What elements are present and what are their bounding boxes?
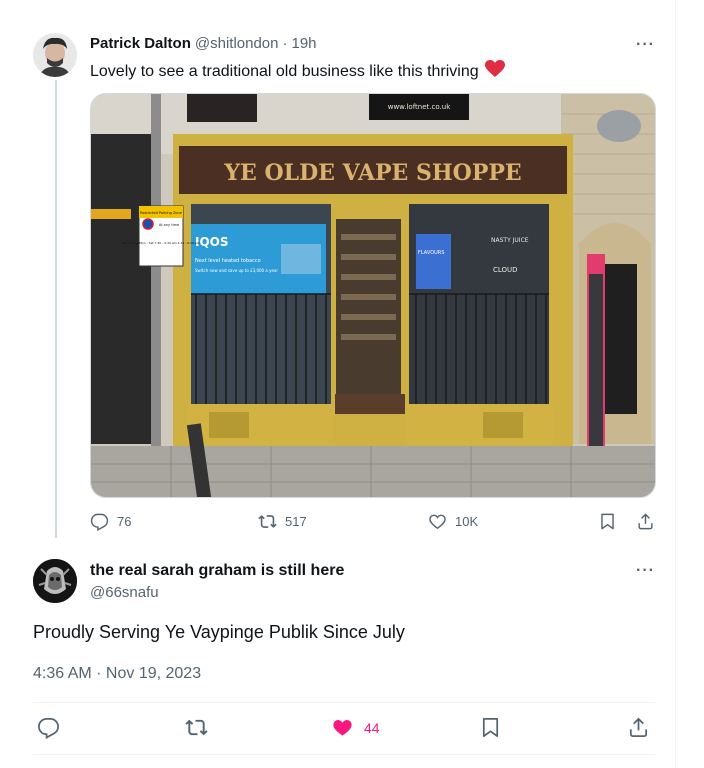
author-name[interactable]: Patrick Dalton <box>90 35 191 52</box>
reply-icon <box>38 718 59 739</box>
bookmark-button[interactable] <box>598 512 617 531</box>
like-button[interactable]: 44 <box>331 716 380 739</box>
more-options-icon[interactable]: ··· <box>636 36 655 54</box>
url-sign-text: www.loftnet.co.uk <box>388 103 451 111</box>
heart-filled-icon <box>333 720 352 736</box>
parking-sign-title: Restricted Parking Zone <box>140 211 182 215</box>
retweet-count: 517 <box>285 514 307 529</box>
retweet-button[interactable] <box>185 716 208 739</box>
tweet-actions: 44 <box>33 716 658 742</box>
tweet-actions: 76 517 10K <box>90 512 660 534</box>
more-options-icon[interactable]: ··· <box>636 562 655 580</box>
bookmark-icon <box>601 513 614 530</box>
poster-text-2: CLOUD <box>493 266 518 274</box>
like-count: 44 <box>364 719 380 736</box>
tweet-text: Proudly Serving Ye Vaypinge Publik Since… <box>33 622 405 642</box>
separator-dot: · <box>282 35 288 52</box>
heart-emoji-icon <box>484 60 505 83</box>
reply-button[interactable]: 76 <box>90 512 131 531</box>
heart-outline-icon <box>429 514 446 530</box>
poster-text: FLAVOURS <box>418 250 444 256</box>
like-count: 10K <box>455 514 479 529</box>
tweet-timestamp[interactable]: 4:36 AM · Nov 19, 2023 <box>33 665 201 683</box>
divider <box>33 754 655 755</box>
reply-icon <box>90 513 109 531</box>
window-ad-line1: Next level heated tobacco <box>195 258 261 264</box>
share-button[interactable] <box>636 512 655 531</box>
window-ad-brand: IQOS <box>195 235 229 249</box>
author-handle[interactable]: @shitlondon <box>195 35 279 52</box>
tweet-photo[interactable]: YE OLDE VAPE SHOPPE www.loftnet.co.uk IQ… <box>90 93 656 498</box>
avatar[interactable] <box>33 559 77 603</box>
avatar[interactable] <box>33 33 77 77</box>
author-handle[interactable]: @66snafu <box>90 584 159 601</box>
tweet-text: Lovely to see a traditional old business… <box>90 60 505 83</box>
reply-count: 76 <box>117 514 132 529</box>
time-ago[interactable]: 19h <box>292 35 317 52</box>
window-ad-line2: Switch now and save up to £3,000 a year <box>195 268 278 273</box>
parking-sign-sub: At any time <box>159 223 179 227</box>
retweet-icon <box>258 515 277 528</box>
thread-connector-line <box>55 80 57 538</box>
divider <box>33 702 655 703</box>
parking-sign-hours: No loading Mon - Sat 7.30 - 9.30 am 4.30… <box>122 241 199 245</box>
bookmark-button[interactable] <box>479 716 502 739</box>
retweet-icon <box>185 719 208 736</box>
timeline-column: Patrick Dalton @shitlondon · 19h ··· Lov… <box>0 0 676 768</box>
share-button[interactable] <box>627 716 650 739</box>
bookmark-icon <box>482 718 499 737</box>
reply-button[interactable] <box>37 716 60 739</box>
author-name[interactable]: the real sarah graham is still here <box>90 562 344 580</box>
retweet-button[interactable]: 517 <box>258 512 307 531</box>
poster-text-3: NASTY JUICE <box>491 237 529 244</box>
share-icon <box>629 717 648 737</box>
like-button[interactable]: 10K <box>428 512 478 531</box>
share-icon <box>638 513 653 530</box>
shop-sign-text: YE OLDE VAPE SHOPPE <box>223 160 521 186</box>
tweet-text-content: Lovely to see a traditional old business… <box>90 62 479 80</box>
tweet-header: Patrick Dalton @shitlondon · 19h <box>90 35 317 52</box>
